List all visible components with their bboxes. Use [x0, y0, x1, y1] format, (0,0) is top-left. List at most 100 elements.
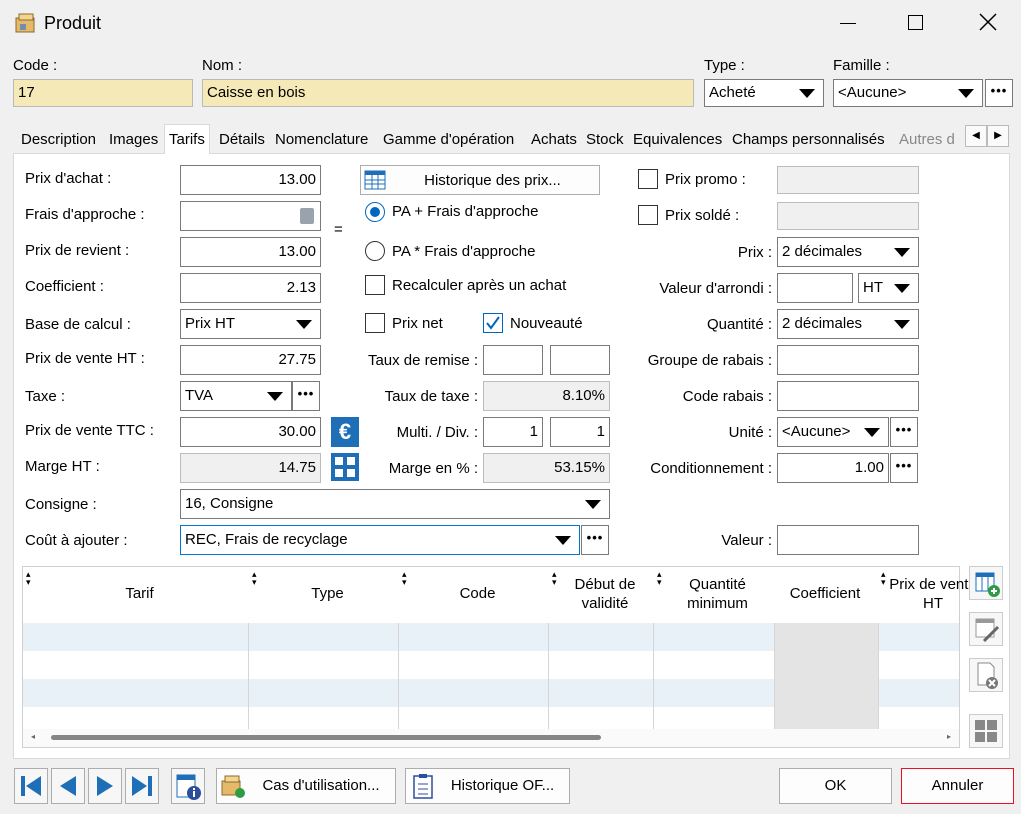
col-tarif[interactable]: Tarif	[22, 566, 257, 622]
last-record-button[interactable]	[125, 768, 159, 804]
radio-pa-times[interactable]	[365, 241, 385, 261]
col-quantite-minimum[interactable]: Quantité minimum	[670, 566, 765, 622]
base-calcul-label: Base de calcul :	[25, 316, 131, 333]
famille-label: Famille :	[833, 57, 890, 74]
quantite-label: Quantité :	[706, 316, 772, 333]
sort-icon[interactable]: ▴ ▾	[552, 570, 557, 587]
base-calcul-select[interactable]: Prix HT	[180, 309, 321, 339]
recalc-checkbox[interactable]	[365, 275, 385, 295]
famille-more-button[interactable]: •••	[985, 79, 1013, 107]
tab-scroll-left[interactable]: ◀	[965, 125, 987, 147]
scroll-left-icon[interactable]: ◂	[31, 732, 35, 741]
radio-pa-plus[interactable]	[365, 202, 385, 222]
grid-scrollbar[interactable]: ◂ ▸	[23, 729, 959, 747]
prix-achat-field[interactable]: 13.00	[180, 165, 321, 195]
next-record-button[interactable]	[88, 768, 122, 804]
sort-icon[interactable]: ▴ ▾	[26, 570, 31, 587]
remise-field-2[interactable]	[550, 345, 610, 375]
tab-tarifs[interactable]: Tarifs	[164, 124, 210, 154]
cas-utilisation-button[interactable]: Cas d'utilisation...	[216, 768, 396, 804]
clipboard-icon	[410, 773, 436, 799]
col-type[interactable]: Type	[255, 566, 400, 622]
tab-gamme-d-op-ration[interactable]: Gamme d'opération	[383, 130, 514, 150]
cas-utilisation-label: Cas d'utilisation...	[262, 777, 380, 794]
consigne-label: Consigne :	[25, 496, 97, 513]
sort-icon[interactable]: ▴ ▾	[881, 570, 886, 587]
type-select[interactable]: Acheté	[704, 79, 824, 107]
first-record-button[interactable]	[14, 768, 48, 804]
nom-field[interactable]: Caisse en bois	[202, 79, 694, 107]
col-coefficient[interactable]: Coefficient	[775, 566, 875, 622]
tab-champs-personnalis-s[interactable]: Champs personnalisés	[732, 130, 885, 150]
add-row-button[interactable]	[969, 566, 1003, 600]
minimize-icon[interactable]	[840, 23, 856, 24]
prix-solde-checkbox[interactable]	[638, 205, 658, 225]
div-field[interactable]: 1	[550, 417, 610, 447]
cout-select[interactable]: REC, Frais de recyclage	[180, 525, 580, 555]
tab-nomenclature[interactable]: Nomenclature	[275, 130, 368, 150]
ok-button[interactable]: OK	[779, 768, 892, 804]
conditionnement-field[interactable]: 1.00	[777, 453, 889, 483]
prix-promo-checkbox[interactable]	[638, 169, 658, 189]
sort-icon[interactable]: ▴ ▾	[402, 570, 407, 587]
taxe-more-button[interactable]: •••	[292, 381, 320, 411]
remise-field-1[interactable]	[483, 345, 543, 375]
scroll-right-icon[interactable]: ▸	[947, 732, 951, 741]
code-rabais-field[interactable]	[777, 381, 919, 411]
col-prix-vente-ht[interactable]: Prix de vente HT	[886, 566, 980, 622]
annuler-button[interactable]: Annuler	[901, 768, 1014, 804]
quantite-value: 2 décimales	[782, 315, 863, 332]
historique-prix-button[interactable]: Historique des prix...	[360, 165, 600, 195]
nouveaute-checkbox[interactable]	[483, 313, 503, 333]
tab-autres-d[interactable]: Autres d	[899, 130, 963, 150]
edit-row-button[interactable]	[969, 612, 1003, 646]
tab-achats[interactable]: Achats	[531, 130, 577, 150]
unite-more-button[interactable]: •••	[890, 417, 918, 447]
prix-decimales-select[interactable]: 2 décimales	[777, 237, 919, 267]
consigne-select[interactable]: 16, Consigne	[180, 489, 610, 519]
tab-equivalences[interactable]: Equivalences	[633, 130, 722, 150]
delete-row-button[interactable]	[969, 658, 1003, 692]
valeur-field[interactable]	[777, 525, 919, 555]
previous-icon	[60, 776, 76, 796]
pv-ttc-field[interactable]: 30.00	[180, 417, 321, 447]
grid-calculator-button[interactable]	[969, 714, 1003, 748]
chevron-down-icon	[555, 536, 571, 545]
tab-images[interactable]: Images	[109, 130, 158, 150]
quantite-select[interactable]: 2 décimales	[777, 309, 919, 339]
unite-select[interactable]: <Aucune>	[777, 417, 889, 447]
prix-revient-label: Prix de revient :	[25, 242, 130, 259]
calculator-icon[interactable]	[300, 208, 314, 224]
sort-icon[interactable]: ▴ ▾	[657, 570, 662, 587]
multi-field[interactable]: 1	[483, 417, 543, 447]
code-field[interactable]: 17	[13, 79, 193, 107]
pv-ht-field[interactable]: 27.75	[180, 345, 321, 375]
arrondi-mode-select[interactable]: HT	[858, 273, 919, 303]
historique-of-button[interactable]: Historique OF...	[405, 768, 570, 804]
groupe-rabais-label: Groupe de rabais :	[647, 352, 772, 369]
taxe-select[interactable]: TVA	[180, 381, 292, 411]
sort-icon[interactable]: ▴ ▾	[252, 570, 257, 587]
col-debut-validite[interactable]: Début de validité	[562, 566, 648, 622]
product-info-button[interactable]	[171, 768, 205, 804]
arrondi-field[interactable]	[777, 273, 853, 303]
close-icon[interactable]	[978, 12, 998, 32]
coefficient-field[interactable]: 2.13	[180, 273, 321, 303]
tab-description[interactable]: Description	[21, 130, 96, 150]
tab-d-tails[interactable]: Détails	[219, 130, 265, 150]
col-code[interactable]: Code	[405, 566, 550, 622]
conditionnement-more-button[interactable]: •••	[890, 453, 918, 483]
famille-select[interactable]: <Aucune>	[833, 79, 983, 107]
previous-record-button[interactable]	[51, 768, 85, 804]
maximize-icon[interactable]	[908, 15, 923, 30]
tab-stock[interactable]: Stock	[586, 130, 624, 150]
cout-label: Coût à ajouter :	[25, 532, 128, 549]
cout-more-button[interactable]: •••	[581, 525, 609, 555]
scrollbar-thumb[interactable]	[51, 735, 601, 740]
tab-scroll-right[interactable]: ▶	[987, 125, 1009, 147]
prix-net-checkbox[interactable]	[365, 313, 385, 333]
frais-field[interactable]	[180, 201, 321, 231]
groupe-rabais-field[interactable]	[777, 345, 919, 375]
pv-ttc-label: Prix de vente TTC :	[25, 422, 154, 439]
prix-revient-field[interactable]: 13.00	[180, 237, 321, 267]
